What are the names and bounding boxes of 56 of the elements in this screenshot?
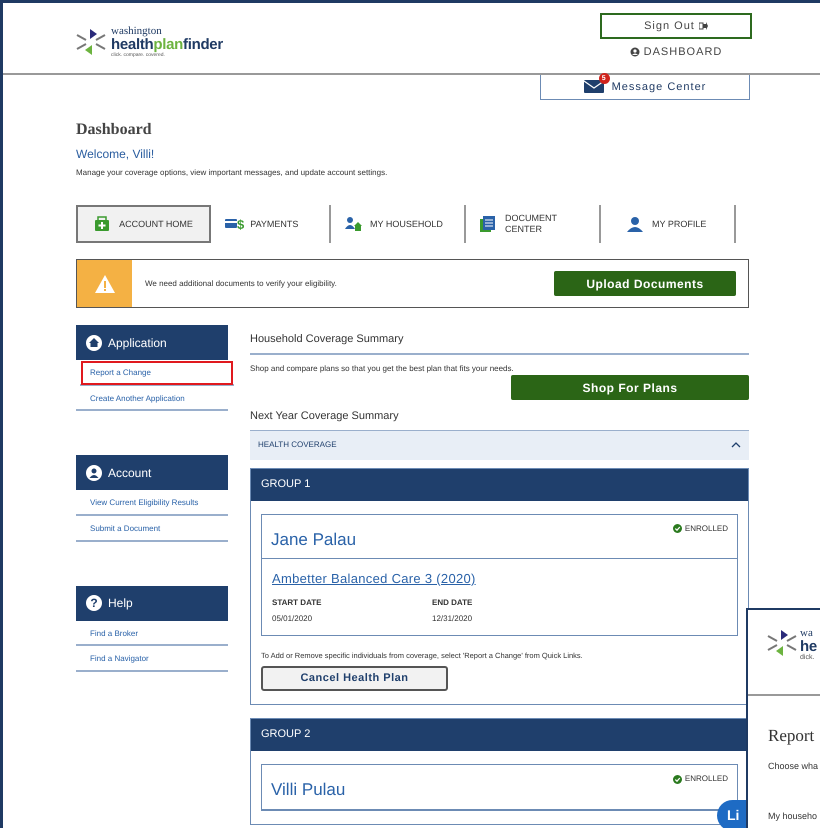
person-icon	[627, 216, 646, 232]
panel-text: Choose wha	[768, 760, 820, 774]
date-value: 12/31/2020	[432, 613, 474, 626]
intro-text: Manage your coverage options, view important messages, and update account settings.	[76, 167, 388, 180]
alert-message: We need additional documents to verify your eligibility.	[145, 278, 338, 290]
payments-icon: $	[225, 216, 244, 232]
welcome-text: Welcome, Villi!	[76, 146, 156, 164]
cancel-plan-button[interactable]: Cancel Health Plan	[261, 666, 448, 692]
date-label: END DATE	[432, 597, 474, 610]
section-title: Help	[108, 595, 133, 612]
sign-out-icon	[698, 22, 708, 30]
section-description: Shop and compare plans so that you get the best plan that fits your needs.	[250, 363, 515, 376]
page-title: Dashboard	[76, 120, 153, 140]
section-title: Account	[108, 464, 152, 482]
logo-icon	[766, 628, 798, 658]
member-name: Jane Palau	[271, 528, 356, 551]
sidebar-link[interactable]: Find a Broker	[76, 620, 228, 646]
date-value: 05/01/2020	[272, 613, 314, 626]
date-label: START DATE	[272, 597, 322, 610]
accordion-header[interactable]: HEALTH COVERAGE	[250, 430, 749, 460]
home-icon	[86, 334, 102, 351]
sidebar-link[interactable]: Report a Change	[80, 360, 234, 386]
enrollment-status: ENROLLED	[684, 522, 728, 535]
section-heading: Household Coverage Summary	[250, 333, 749, 356]
sidebar-link[interactable]: Find a Navigator	[76, 646, 228, 672]
logo-text: wa	[800, 628, 814, 639]
section-title: Application	[108, 334, 167, 352]
logo-wordmark: he	[800, 639, 817, 654]
sign-out-button[interactable]: Sign Out	[600, 13, 752, 39]
shop-for-plans-button[interactable]: Shop For Plans	[511, 375, 749, 400]
chevron-icon	[731, 442, 741, 448]
dashboard-link[interactable]: DASHBOARD	[644, 44, 722, 60]
envelope-icon	[584, 80, 604, 94]
logo-wordmark: healthplanfinder	[111, 37, 223, 52]
person-house-icon	[345, 216, 364, 232]
check-circle-icon	[672, 774, 682, 784]
sidebar-link[interactable]: Submit a Document	[76, 516, 228, 542]
enrollment-status: ENROLLED	[684, 773, 728, 786]
plan-link[interactable]: Ambetter Balanced Care 3 (2020)	[272, 569, 476, 589]
sidebar-link[interactable]: View Current Eligibility Results	[76, 490, 228, 516]
panel-text: My househo	[768, 810, 818, 823]
chat-button[interactable]: Li	[717, 800, 746, 828]
group-header: GROUP 2	[251, 719, 748, 752]
logo-text: washington	[111, 26, 163, 37]
nav-tab[interactable]: ACCOUNT HOME	[76, 205, 211, 244]
warning-icon	[94, 274, 116, 294]
help-icon: ?	[86, 595, 102, 612]
check-circle-icon	[672, 524, 682, 534]
logo-icon	[75, 27, 107, 57]
user-icon	[630, 47, 640, 58]
panel-title: Report	[768, 726, 816, 746]
sidebar-link[interactable]: Create Another Application	[76, 386, 228, 412]
member-name: Villi Pulau	[271, 779, 346, 802]
group-header: GROUP 1	[251, 468, 748, 501]
user-icon	[86, 464, 102, 481]
upload-documents-button[interactable]: Upload Documents	[554, 271, 736, 296]
